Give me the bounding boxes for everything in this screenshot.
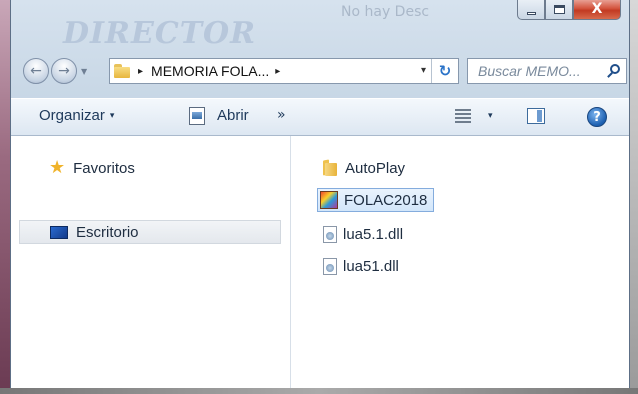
- file-item-autoplay[interactable]: AutoPlay: [317, 156, 405, 180]
- navigation-pane: ★ Favoritos Escritorio: [11, 136, 291, 388]
- help-icon[interactable]: ?: [587, 107, 607, 127]
- search-placeholder: Buscar MEMO...: [478, 63, 581, 79]
- preview-pane-icon[interactable]: [527, 108, 545, 124]
- caption-buttons: X: [517, 0, 621, 22]
- nav-item-label: Escritorio: [76, 223, 139, 241]
- file-name: lua5.1.dll: [343, 225, 404, 243]
- nav-item-label: Favoritos: [73, 159, 135, 177]
- refresh-button[interactable]: ↻: [431, 59, 458, 83]
- search-icon[interactable]: [610, 64, 620, 74]
- file-name: AutoPlay: [345, 159, 406, 177]
- file-item-folac2018[interactable]: FOLAC2018: [317, 188, 435, 212]
- file-name: lua51.dll: [343, 257, 399, 275]
- desktop-icon: [50, 225, 68, 239]
- content-area: ★ Favoritos Escritorio AutoPlay FOLAC201…: [11, 136, 629, 388]
- views-dropdown-icon[interactable]: ▾: [488, 111, 493, 121]
- organize-label: Organizar: [39, 107, 105, 124]
- views-icon[interactable]: [455, 109, 471, 123]
- close-button[interactable]: X: [573, 0, 621, 20]
- more-commands-button[interactable]: »: [277, 107, 286, 123]
- nav-item-escritorio[interactable]: Escritorio: [19, 220, 281, 244]
- minimize-button[interactable]: [517, 0, 545, 20]
- file-name: FOLAC2018: [344, 191, 428, 209]
- organize-button[interactable]: Organizar ▾: [39, 107, 114, 124]
- address-bar[interactable]: ▸ MEMORIA FOLA... ▸ ▾ ↻: [109, 58, 459, 84]
- open-button[interactable]: Abrir: [217, 107, 249, 124]
- close-icon: X: [591, 1, 603, 17]
- history-buttons: ← → ▼: [23, 58, 87, 84]
- dll-file-icon: [323, 225, 337, 243]
- search-input[interactable]: Buscar MEMO...: [467, 58, 627, 84]
- background-watermark-faint: No hay Desc: [341, 4, 430, 20]
- desktop-background-left: [0, 0, 10, 394]
- file-list: AutoPlay FOLAC2018 lua5.1.dll lua51.dll: [293, 136, 629, 388]
- folder-icon: [114, 64, 132, 78]
- desktop-background-right: [630, 0, 638, 394]
- file-item-lua51-dll[interactable]: lua51.dll: [317, 254, 399, 278]
- maximize-button[interactable]: [545, 0, 573, 20]
- forward-arrow-icon: →: [58, 63, 70, 79]
- command-bar: Organizar ▾ Abrir » ▾ ?: [11, 98, 629, 136]
- recent-pages-dropdown[interactable]: ▼: [81, 67, 87, 76]
- desktop-background-bottom: [0, 388, 638, 394]
- breadcrumb-separator-icon[interactable]: ▸: [138, 66, 143, 77]
- application-icon: [320, 191, 338, 209]
- forward-button[interactable]: →: [51, 58, 77, 84]
- chevron-down-icon: ▾: [109, 110, 115, 120]
- breadcrumb-path[interactable]: MEMORIA FOLA...: [151, 63, 269, 79]
- breadcrumb-next-icon[interactable]: ▸: [275, 66, 280, 77]
- folder-icon: [321, 160, 339, 176]
- open-document-icon: [189, 107, 205, 125]
- explorer-window: DIRECTOR No hay Desc X ← → ▼ ▸ MEMORIA F…: [10, 0, 630, 388]
- title-bar[interactable]: DIRECTOR No hay Desc X: [11, 0, 629, 51]
- file-item-lua5-1-dll[interactable]: lua5.1.dll: [317, 222, 403, 246]
- back-arrow-icon: ←: [30, 63, 42, 79]
- star-icon: ★: [49, 157, 66, 178]
- navigation-row: ← → ▼ ▸ MEMORIA FOLA... ▸ ▾ ↻ Buscar MEM…: [11, 48, 629, 96]
- dll-file-icon: [323, 257, 337, 275]
- nav-item-favoritos[interactable]: ★ Favoritos: [19, 156, 281, 180]
- address-dropdown-icon[interactable]: ▾: [421, 65, 426, 76]
- back-button[interactable]: ←: [23, 58, 49, 84]
- background-watermark: DIRECTOR: [63, 16, 257, 51]
